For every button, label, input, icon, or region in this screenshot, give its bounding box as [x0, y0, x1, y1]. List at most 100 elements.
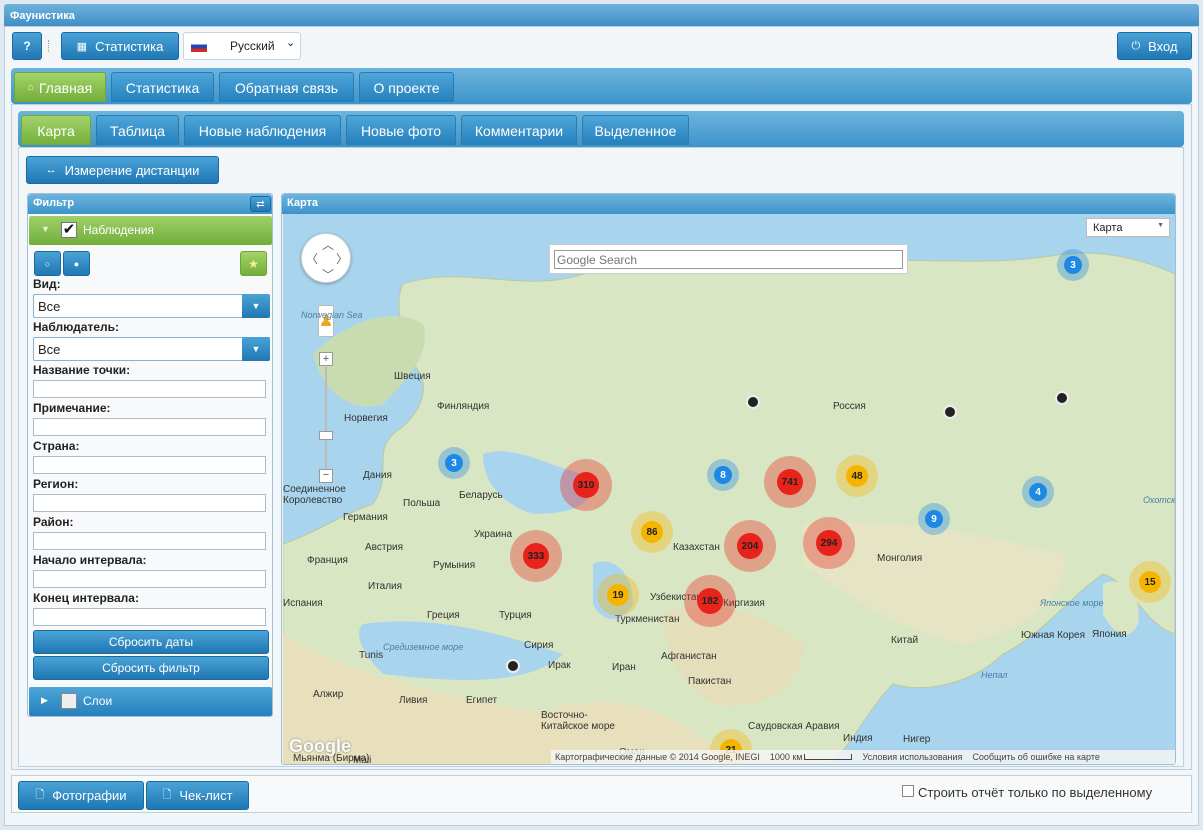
filter-header: Фильтр: [28, 194, 272, 214]
place-label: Турция: [499, 610, 532, 621]
empty-circle-button[interactable]: ○: [34, 251, 61, 276]
swap-icon: ⇄: [256, 198, 265, 210]
tab-about[interactable]: О проекте: [359, 72, 454, 102]
russian-flag-icon: [191, 41, 207, 52]
cluster-marker[interactable]: 3: [445, 454, 463, 472]
cluster-marker[interactable]: 86: [641, 521, 663, 543]
sea-label: Японское море: [1040, 598, 1104, 608]
cluster-marker[interactable]: 741: [777, 469, 803, 495]
region-label: Регион:: [33, 477, 79, 491]
layers-section-header[interactable]: ▶ Слои: [29, 687, 272, 716]
observations-section-header[interactable]: ▼ ✔ Наблюдения: [29, 216, 272, 245]
circle-filled-icon: ●: [73, 258, 80, 269]
pan-left-icon[interactable]: 〈: [306, 250, 318, 267]
power-icon: ⏻: [1131, 39, 1141, 52]
map-canvas[interactable]: ︿ ﹀ 〈 〉 ♟ + − Карта▼ Norwegian SeaШвеция…: [283, 214, 1175, 764]
district-input[interactable]: [33, 532, 266, 550]
layers-checkbox[interactable]: [61, 693, 77, 709]
sub-tab-bar: Карта Таблица Новые наблюдения Новые фот…: [18, 111, 1184, 147]
caret-down-icon: ▼: [41, 224, 50, 234]
pan-right-icon[interactable]: 〉: [336, 250, 348, 267]
point-name-label: Название точки:: [33, 363, 131, 377]
observation-marker[interactable]: [746, 395, 760, 409]
swap-panel-button[interactable]: ⇄: [250, 196, 271, 212]
pan-up-icon[interactable]: ︿: [322, 236, 334, 253]
start-interval-label: Начало интервала:: [33, 553, 147, 567]
cluster-marker[interactable]: 294: [816, 530, 842, 556]
checklist-button[interactable]: 🗋 Чек-лист: [146, 781, 249, 810]
reset-filter-button[interactable]: Сбросить фильтр: [33, 656, 269, 680]
note-label: Примечание:: [33, 401, 111, 415]
zoom-in-button[interactable]: +: [319, 352, 333, 366]
arrows-horizontal-icon: ↔: [45, 164, 57, 176]
tab-new-observations[interactable]: Новые наблюдения: [184, 115, 341, 145]
view-label: Вид:: [33, 277, 61, 291]
terms-link[interactable]: Условия использования: [862, 752, 962, 762]
dropdown-arrow-icon: ▼: [242, 337, 270, 361]
map-attribution-bar: Картографические данные © 2014 Google, I…: [551, 750, 1175, 764]
place-label: Украина: [474, 529, 513, 540]
tab-home[interactable]: ⌂ Главная: [14, 72, 106, 102]
measure-distance-button[interactable]: ↔ Измерение дистанции: [26, 156, 219, 184]
observation-marker[interactable]: [506, 659, 520, 673]
reset-dates-button[interactable]: Сбросить даты: [33, 630, 269, 654]
cluster-marker[interactable]: 333: [523, 543, 549, 569]
note-input[interactable]: [33, 418, 266, 436]
cluster-marker[interactable]: 19: [607, 584, 629, 606]
place-label: Афганистан: [661, 651, 717, 662]
tab-statistics[interactable]: Статистика: [111, 72, 214, 102]
observations-checkbox[interactable]: ✔: [61, 222, 77, 238]
report-selected-checkbox[interactable]: [902, 785, 914, 797]
tab-feedback[interactable]: Обратная связь: [219, 72, 354, 102]
tab-selected[interactable]: Выделенное: [582, 115, 689, 145]
cluster-marker[interactable]: 204: [737, 533, 763, 559]
end-interval-label: Конец интервала:: [33, 591, 139, 605]
favorite-button[interactable]: ★: [240, 251, 267, 276]
cluster-marker[interactable]: 9: [925, 510, 943, 528]
cluster-marker[interactable]: 182: [697, 588, 723, 614]
end-interval-input[interactable]: [33, 608, 266, 626]
tab-map[interactable]: Карта: [21, 115, 91, 145]
cluster-marker[interactable]: 48: [846, 465, 868, 487]
cluster-marker[interactable]: 4: [1029, 483, 1047, 501]
place-label: Китай: [891, 635, 919, 646]
star-icon: ★: [248, 256, 259, 271]
filled-circle-button[interactable]: ●: [63, 251, 90, 276]
pan-control[interactable]: ︿ ﹀ 〈 〉: [301, 233, 351, 283]
place-label: Испания: [283, 598, 323, 609]
observer-select[interactable]: Все ▼: [33, 337, 270, 361]
map-search-input[interactable]: [554, 250, 903, 269]
app-title: Фаунистика: [10, 10, 75, 22]
pan-down-icon[interactable]: ﹀: [322, 266, 334, 283]
language-select[interactable]: Русский ⌄: [183, 32, 301, 60]
cluster-marker[interactable]: 310: [573, 472, 599, 498]
photos-button[interactable]: 🗋 Фотографии: [18, 781, 144, 810]
help-button[interactable]: ?: [12, 32, 42, 60]
report-error-link[interactable]: Сообщить об ошибке на карте: [972, 752, 1099, 762]
cluster-marker[interactable]: 8: [714, 466, 732, 484]
place-label: Ирак: [548, 660, 571, 671]
place-label: Италия: [368, 581, 403, 592]
start-interval-input[interactable]: [33, 570, 266, 588]
zoom-slider-track[interactable]: [325, 367, 327, 469]
observation-marker[interactable]: [943, 405, 957, 419]
cluster-marker[interactable]: 3: [1064, 256, 1082, 274]
map-type-select[interactable]: Карта ▼: [1086, 218, 1170, 237]
place-label: Россия: [833, 401, 866, 412]
tab-comments[interactable]: Комментарии: [461, 115, 577, 145]
view-select[interactable]: Все ▼: [33, 294, 270, 318]
place-label: Монголия: [877, 553, 923, 564]
country-input[interactable]: [33, 456, 266, 474]
region-input[interactable]: [33, 494, 266, 512]
zoom-slider-handle[interactable]: [319, 431, 333, 440]
point-name-input[interactable]: [33, 380, 266, 398]
zoom-out-button[interactable]: −: [319, 469, 333, 483]
statistics-button[interactable]: ▦ Статистика: [61, 32, 179, 60]
cluster-marker[interactable]: 15: [1139, 571, 1161, 593]
login-button[interactable]: ⏻ Вход: [1117, 32, 1192, 60]
tab-new-photos[interactable]: Новые фото: [346, 115, 456, 145]
home-icon: ⌂: [27, 82, 34, 93]
tab-table[interactable]: Таблица: [96, 115, 179, 145]
observation-marker[interactable]: [1055, 391, 1069, 405]
place-label: Пакистан: [688, 676, 732, 687]
